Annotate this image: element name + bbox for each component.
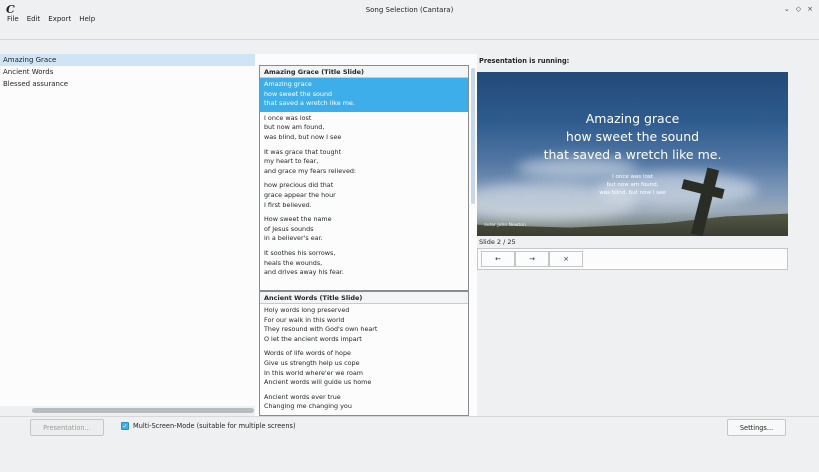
slides-vertical-scrollbar[interactable] [471, 68, 475, 204]
slide-item[interactable]: I once was lost but now am found, was bl… [260, 112, 468, 146]
slide-item[interactable]: It was grace that tought my heart to fea… [260, 146, 468, 180]
slide-counter: Slide 2 / 25 [479, 238, 516, 246]
window-controls: ⌄ ◇ × [784, 5, 813, 13]
stop-presentation-button[interactable]: × [549, 251, 583, 267]
next-slide-button[interactable]: → [515, 251, 549, 267]
presentation-panel: Presentation is running: Amazing grace h… [477, 54, 788, 416]
preview-title-text: Amazing grace how sweet the sound that s… [543, 111, 722, 162]
menu-export[interactable]: Export [44, 14, 75, 24]
song-block-title: Ancient Words (Title Slide) [260, 292, 468, 304]
window-title: Song Selection (Cantara) [365, 6, 454, 14]
close-window-icon[interactable]: × [807, 5, 813, 13]
preview-subtitle-text: I once was lost but now am found, was bl… [599, 174, 666, 196]
title-bar: C Song Selection (Cantara) ⌄ ◇ × File Ed… [0, 0, 819, 40]
song-list: Amazing Grace Ancient Words Blessed assu… [0, 54, 255, 406]
menu-edit[interactable]: Edit [23, 14, 45, 24]
slide-item[interactable]: Holy words long preserved For our walk i… [260, 304, 468, 347]
menu-file[interactable]: File [3, 14, 23, 24]
presentation-preview: Amazing grace how sweet the sound that s… [477, 72, 788, 236]
presentation-button[interactable]: Presentation... [30, 419, 104, 436]
bottom-bar: Presentation... ✓ Multi-Screen-Mode (sui… [0, 416, 819, 437]
song-list-item-amazing-grace[interactable]: Amazing Grace [0, 54, 255, 66]
maximize-icon[interactable]: ◇ [796, 5, 801, 13]
slide-item[interactable]: Amazing grace how sweet the sound that s… [260, 78, 468, 112]
song-list-item-blessed-assurance[interactable]: Blessed assurance [0, 78, 255, 90]
song-block-title: Amazing Grace (Title Slide) [260, 66, 468, 78]
preview-author: autor John Newton [484, 223, 526, 228]
presentation-nav: ← → × [477, 248, 788, 270]
menu-bar: File Edit Export Help [3, 14, 99, 24]
minimize-icon[interactable]: ⌄ [784, 5, 790, 13]
song-block-ancient-words: Ancient Words (Title Slide) Holy words l… [259, 291, 469, 416]
slide-item[interactable]: Words of life words of hope Give us stre… [260, 347, 468, 390]
slide-item[interactable]: how precious did that grace appear the h… [260, 179, 468, 213]
slide-item[interactable]: Ancient words ever true Changing me chan… [260, 391, 468, 415]
song-list-item-ancient-words[interactable]: Ancient Words [0, 66, 255, 78]
multiscreen-label: Multi-Screen-Mode (suitable for multiple… [133, 422, 296, 430]
slide-item[interactable]: How sweet the name of Jesus sounds in a … [260, 213, 468, 247]
window-background [0, 437, 819, 472]
presentation-status: Presentation is running: [479, 57, 570, 65]
song-list-horizontal-scrollbar[interactable] [32, 408, 254, 413]
multiscreen-mode-option[interactable]: ✓ Multi-Screen-Mode (suitable for multip… [121, 422, 296, 430]
previous-slide-button[interactable]: ← [481, 251, 515, 267]
slide-item[interactable]: It soothes his sorrows, heals the wounds… [260, 247, 468, 281]
slides-column: Amazing Grace (Title Slide) Amazing grac… [255, 54, 477, 416]
settings-button[interactable]: Settings... [727, 419, 786, 436]
multiscreen-checkbox[interactable]: ✓ [121, 422, 129, 430]
song-block-amazing-grace: Amazing Grace (Title Slide) Amazing grac… [259, 65, 469, 291]
menu-help[interactable]: Help [75, 14, 99, 24]
